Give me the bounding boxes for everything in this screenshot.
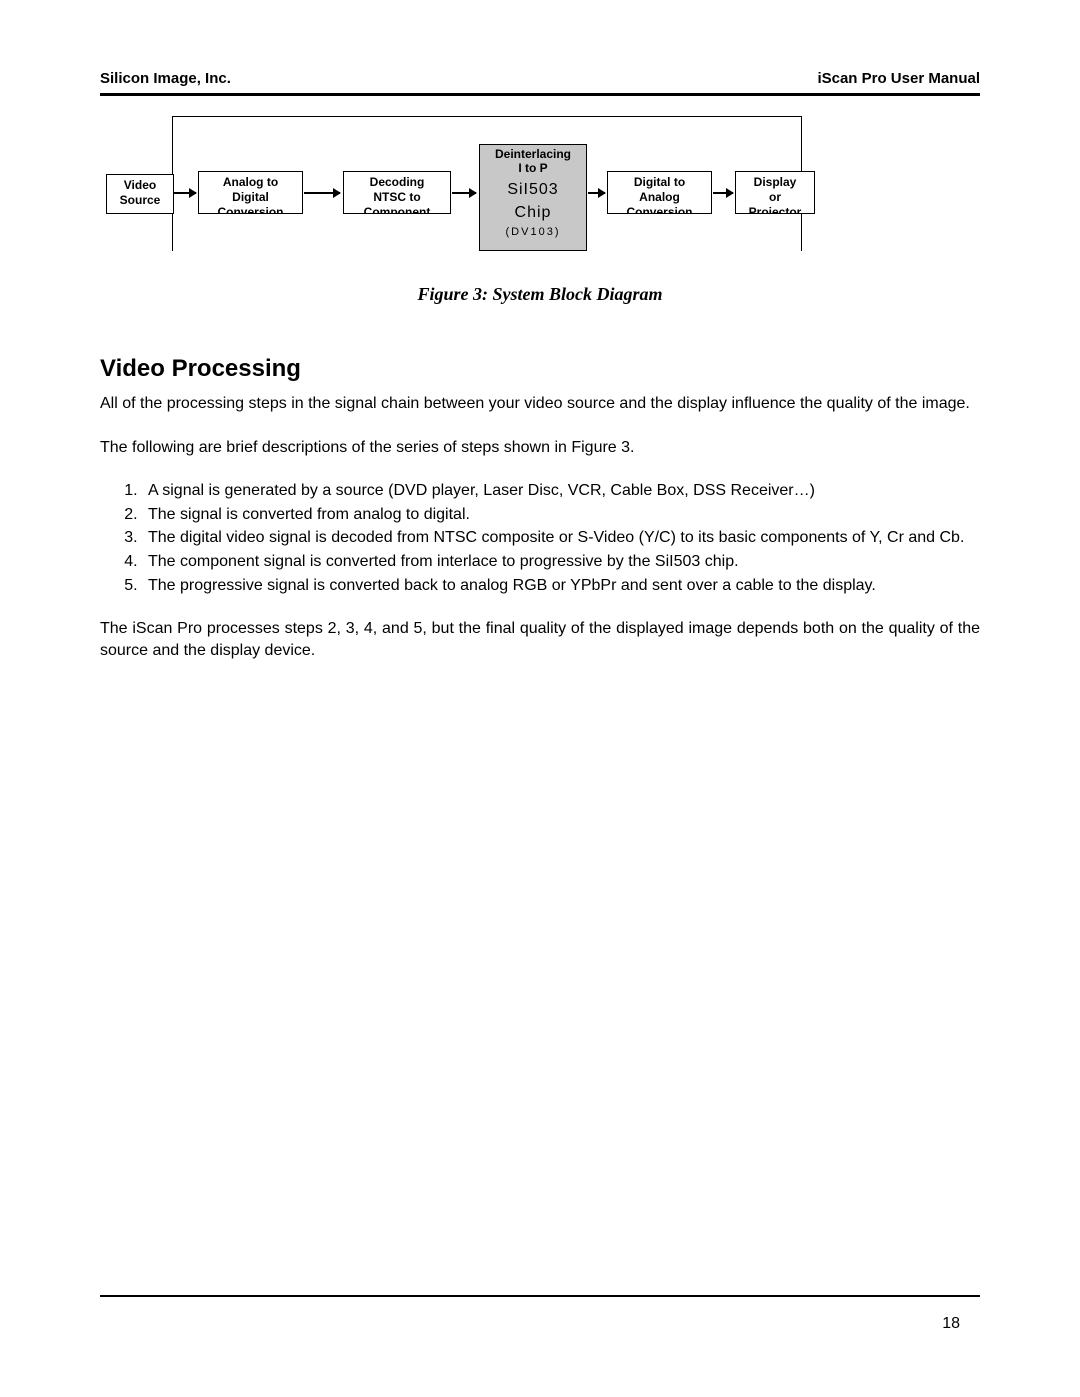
chip-sub: (DV103) (480, 226, 586, 239)
block-line: NTSC to (344, 190, 450, 205)
block-display: Display or Projector (735, 171, 815, 214)
paragraph: The following are brief descriptions of … (100, 437, 980, 459)
block-line: Digital to (608, 175, 711, 190)
header-left: Silicon Image, Inc. (100, 70, 231, 87)
paragraph: The iScan Pro processes steps 2, 3, 4, a… (100, 618, 980, 661)
page-header: Silicon Image, Inc. iScan Pro User Manua… (100, 70, 980, 93)
page-number: 18 (942, 1315, 960, 1333)
block-line: Display (736, 175, 814, 190)
list-item: A signal is generated by a source (DVD p… (142, 480, 980, 502)
arrow-icon (452, 192, 476, 194)
header-rule (100, 93, 980, 96)
figure-caption: Figure 3: System Block Diagram (100, 284, 980, 305)
block-line: Analog (608, 190, 711, 205)
block-decode: Decoding NTSC to Component (343, 171, 451, 214)
list-item: The digital video signal is decoded from… (142, 527, 980, 549)
block-line: Projector (736, 205, 814, 214)
block-line: Decoding (344, 175, 450, 190)
block-adc: Analog to Digital Conversion (198, 171, 303, 214)
chip-top2: I to P (480, 161, 586, 175)
chip-name1: SiI503 (480, 180, 586, 199)
list-item: The progressive signal is converted back… (142, 575, 980, 597)
arrow-icon (304, 192, 340, 194)
section-heading: Video Processing (100, 355, 980, 383)
chip-top1: Deinterlacing (480, 147, 586, 161)
steps-list: A signal is generated by a source (DVD p… (100, 480, 980, 596)
arrow-icon (174, 192, 196, 194)
paragraph: All of the processing steps in the signa… (100, 393, 980, 415)
arrow-icon (588, 192, 605, 194)
block-line: or (736, 190, 814, 205)
block-line: Conversion (608, 205, 711, 214)
system-block-diagram: Video Source Analog to Digital Conversio… (108, 116, 980, 276)
block-line: Source (107, 193, 173, 208)
footer-rule (100, 1295, 980, 1297)
list-item: The component signal is converted from i… (142, 551, 980, 573)
block-line: Conversion (199, 205, 302, 214)
header-right: iScan Pro User Manual (817, 70, 980, 87)
arrow-icon (713, 192, 733, 194)
block-line: Analog to (199, 175, 302, 190)
block-line: Component (344, 205, 450, 214)
block-dac: Digital to Analog Conversion (607, 171, 712, 214)
block-video-source: Video Source (106, 174, 174, 214)
list-item: The signal is converted from analog to d… (142, 504, 980, 526)
block-line: Video (107, 178, 173, 193)
block-line: Digital (199, 190, 302, 205)
block-chip: Deinterlacing I to P SiI503 Chip (DV103) (479, 144, 587, 251)
chip-name2: Chip (480, 203, 586, 222)
